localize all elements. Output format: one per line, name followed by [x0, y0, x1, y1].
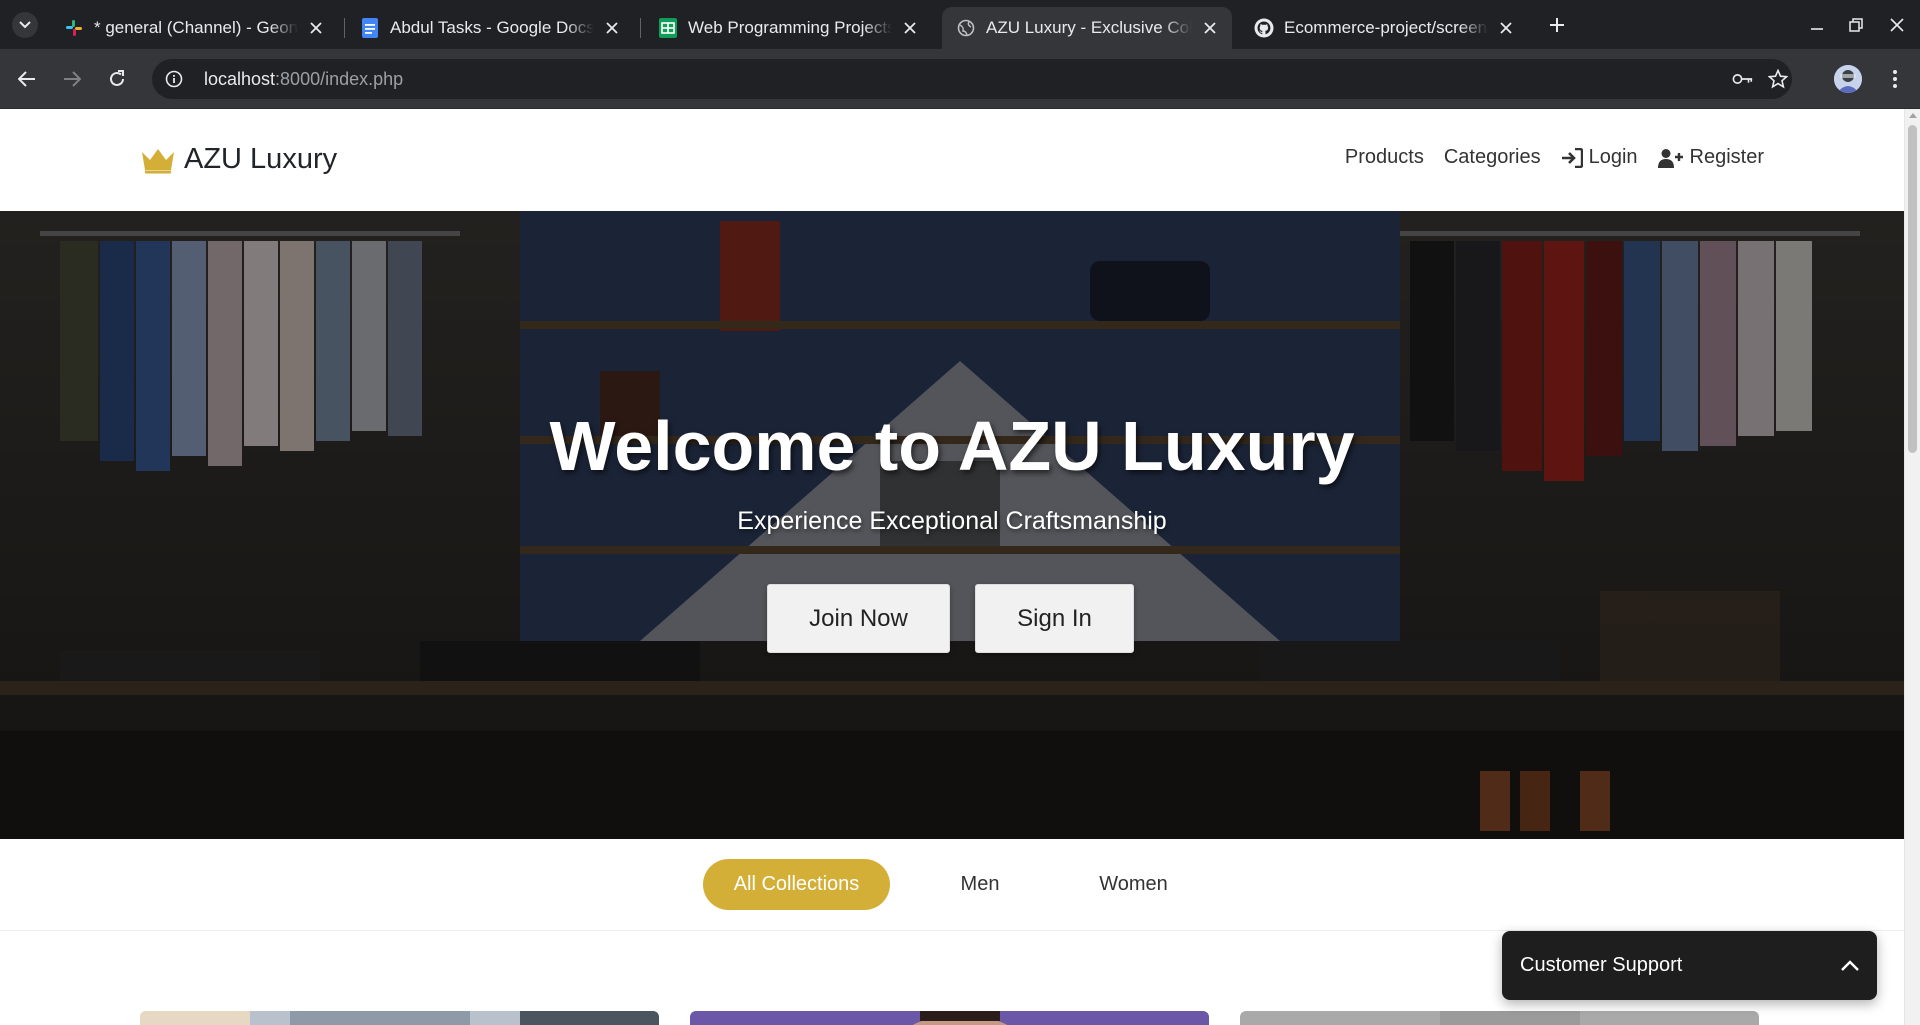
close-icon[interactable]: [306, 18, 326, 38]
scroll-up-arrow-icon[interactable]: [1909, 113, 1917, 118]
browser-tab-github[interactable]: Ecommerce-project/screens: [1240, 7, 1528, 49]
page-viewport: AZU Luxury Products Categories Login Reg…: [0, 109, 1904, 1025]
close-icon: [1890, 18, 1904, 32]
customer-support-widget[interactable]: Customer Support: [1502, 931, 1877, 1000]
restore-button[interactable]: [1843, 12, 1869, 38]
page-scrollbar[interactable]: [1904, 109, 1920, 1025]
chevron-down-icon: [19, 21, 31, 29]
new-tab-button[interactable]: [1544, 12, 1570, 38]
close-icon[interactable]: [900, 18, 920, 38]
hero-content: Welcome to AZU Luxury Experience Excepti…: [0, 211, 1904, 839]
tab-strip: * general (Channel) - Geonc Abdul Tasks …: [0, 0, 1920, 49]
tab-title: Abdul Tasks - Google Docs: [390, 18, 594, 37]
tab-title: Web Programming Projects: [688, 18, 892, 37]
reload-icon: [110, 70, 124, 86]
close-icon[interactable]: [1496, 18, 1516, 38]
filter-women[interactable]: Women: [1075, 859, 1192, 910]
crown-icon: [142, 148, 174, 173]
sheets-icon: [658, 18, 678, 38]
nav-register-link[interactable]: Register: [1657, 146, 1764, 169]
minimize-icon: [1811, 28, 1823, 30]
url-host: localhost: [204, 68, 276, 89]
sign-in-icon: [1561, 147, 1583, 168]
tab-separator: [640, 18, 641, 38]
password-key-icon[interactable]: [1732, 68, 1754, 90]
url-path: :8000/index.php: [275, 68, 404, 89]
forward-button[interactable]: [59, 66, 85, 92]
tab-title: * general (Channel) - Geonc: [94, 18, 298, 37]
docs-icon: [360, 18, 380, 38]
arrow-left-icon: [18, 71, 35, 87]
slack-icon: [64, 18, 84, 38]
site-info-icon[interactable]: [164, 69, 184, 89]
tab-title: Ecommerce-project/screens: [1284, 18, 1488, 37]
restore-icon: [1849, 18, 1863, 32]
chevron-up-icon[interactable]: [1841, 959, 1859, 972]
window-close-button[interactable]: [1884, 12, 1910, 38]
hero-subtitle: Experience Exceptional Craftsmanship: [737, 507, 1167, 535]
nav-register-label: Register: [1689, 146, 1764, 168]
filter-all-collections[interactable]: All Collections: [703, 859, 890, 910]
globe-icon: [956, 18, 976, 38]
user-plus-icon: [1657, 148, 1683, 168]
tab-separator: [344, 18, 345, 38]
arrow-right-icon: [64, 71, 81, 87]
browser-tab-docs[interactable]: Abdul Tasks - Google Docs: [346, 7, 634, 49]
product-image: [1240, 1011, 1759, 1025]
address-bar[interactable]: localhost:8000/index.php: [152, 59, 1792, 99]
collection-filter-bar: All Collections Men Women: [0, 839, 1904, 931]
product-card[interactable]: [1240, 1011, 1759, 1025]
nav-links: Products Categories Login Register: [1325, 146, 1764, 169]
customer-support-label: Customer Support: [1520, 954, 1683, 976]
back-button[interactable]: [14, 66, 40, 92]
nav-login-link[interactable]: Login: [1561, 146, 1638, 169]
tab-title: AZU Luxury - Exclusive Colle: [986, 18, 1192, 37]
product-image: [690, 1011, 1209, 1025]
reload-button[interactable]: [104, 66, 130, 92]
brand-name: AZU Luxury: [184, 143, 338, 175]
nav-products-label: Products: [1344, 146, 1424, 168]
url-text: localhost:8000/index.php: [204, 69, 403, 90]
join-now-button[interactable]: Join Now: [767, 584, 950, 653]
browser-tab-azu-luxury[interactable]: AZU Luxury - Exclusive Colle: [942, 7, 1232, 49]
sign-in-button[interactable]: Sign In: [975, 584, 1134, 653]
nav-login-label: Login: [1588, 146, 1638, 168]
nav-categories-label: Categories: [1443, 146, 1541, 168]
close-icon[interactable]: [1200, 18, 1220, 38]
browser-menu-button[interactable]: [1882, 66, 1908, 92]
nav-categories-link[interactable]: Categories: [1444, 146, 1541, 169]
avatar-icon: [1834, 65, 1862, 93]
nav-products-link[interactable]: Products: [1345, 146, 1424, 169]
hero-title: Welcome to AZU Luxury: [549, 407, 1355, 485]
site-navbar: AZU Luxury Products Categories Login Reg…: [0, 109, 1904, 211]
minimize-button[interactable]: [1804, 12, 1830, 38]
github-icon: [1254, 18, 1274, 38]
scrollbar-thumb[interactable]: [1908, 125, 1917, 453]
browser-tab-sheets[interactable]: Web Programming Projects: [644, 7, 932, 49]
browser-tab-slack[interactable]: * general (Channel) - Geonc: [50, 7, 338, 49]
tab-search-button[interactable]: [12, 12, 38, 38]
more-vert-icon: [1893, 70, 1897, 88]
profile-avatar[interactable]: [1834, 65, 1862, 93]
hero-section: Welcome to AZU Luxury Experience Excepti…: [0, 211, 1904, 839]
browser-toolbar: localhost:8000/index.php: [0, 49, 1920, 109]
filter-men[interactable]: Men: [930, 859, 1030, 910]
brand-link[interactable]: AZU Luxury: [140, 143, 337, 176]
bookmark-star-icon[interactable]: [1767, 68, 1789, 90]
close-icon[interactable]: [602, 18, 622, 38]
product-card[interactable]: [690, 1011, 1209, 1025]
plus-icon: [1550, 18, 1564, 32]
product-card[interactable]: [140, 1011, 659, 1025]
product-image: [140, 1011, 659, 1025]
